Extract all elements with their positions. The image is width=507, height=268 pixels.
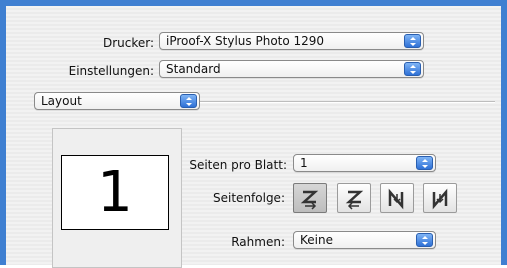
popup-arrows-icon (404, 34, 421, 48)
printer-value: iProof-X Stylus Photo 1290 (166, 34, 325, 48)
page-preview: 1 (61, 155, 169, 230)
pages-per-sheet-popup[interactable]: 1 (293, 154, 436, 172)
pages-per-sheet-label: Seiten pro Blatt: (189, 158, 287, 172)
section-divider (200, 101, 495, 103)
panel-selector-popup[interactable]: Layout (34, 92, 200, 110)
page-order-n-button[interactable] (380, 183, 414, 213)
n-order-icon (388, 188, 404, 210)
border-popup[interactable]: Keine (293, 231, 436, 249)
page-order-reverse-z-button[interactable] (337, 183, 371, 213)
panel-selector-value: Layout (41, 94, 82, 108)
popup-arrows-icon (180, 94, 197, 108)
reverse-n-order-icon (432, 188, 448, 210)
reverse-z-order-icon (345, 190, 364, 210)
popup-arrows-icon (416, 233, 433, 247)
pages-per-sheet-value: 1 (300, 156, 308, 170)
printer-label: Drucker: (102, 36, 154, 50)
z-order-icon (300, 190, 319, 210)
popup-arrows-icon (404, 62, 421, 76)
popup-arrows-icon (416, 156, 433, 170)
border-label: Rahmen: (231, 235, 285, 249)
settings-value: Standard (166, 62, 221, 76)
page-order-reverse-n-button[interactable] (423, 183, 457, 213)
border-value: Keine (300, 233, 333, 247)
page-order-label: Seitenfolge: (213, 191, 285, 205)
settings-label: Einstellungen: (68, 64, 154, 78)
printer-popup[interactable]: iProof-X Stylus Photo 1290 (159, 32, 424, 50)
page-order-z-button[interactable] (293, 183, 327, 213)
settings-popup[interactable]: Standard (159, 60, 424, 78)
